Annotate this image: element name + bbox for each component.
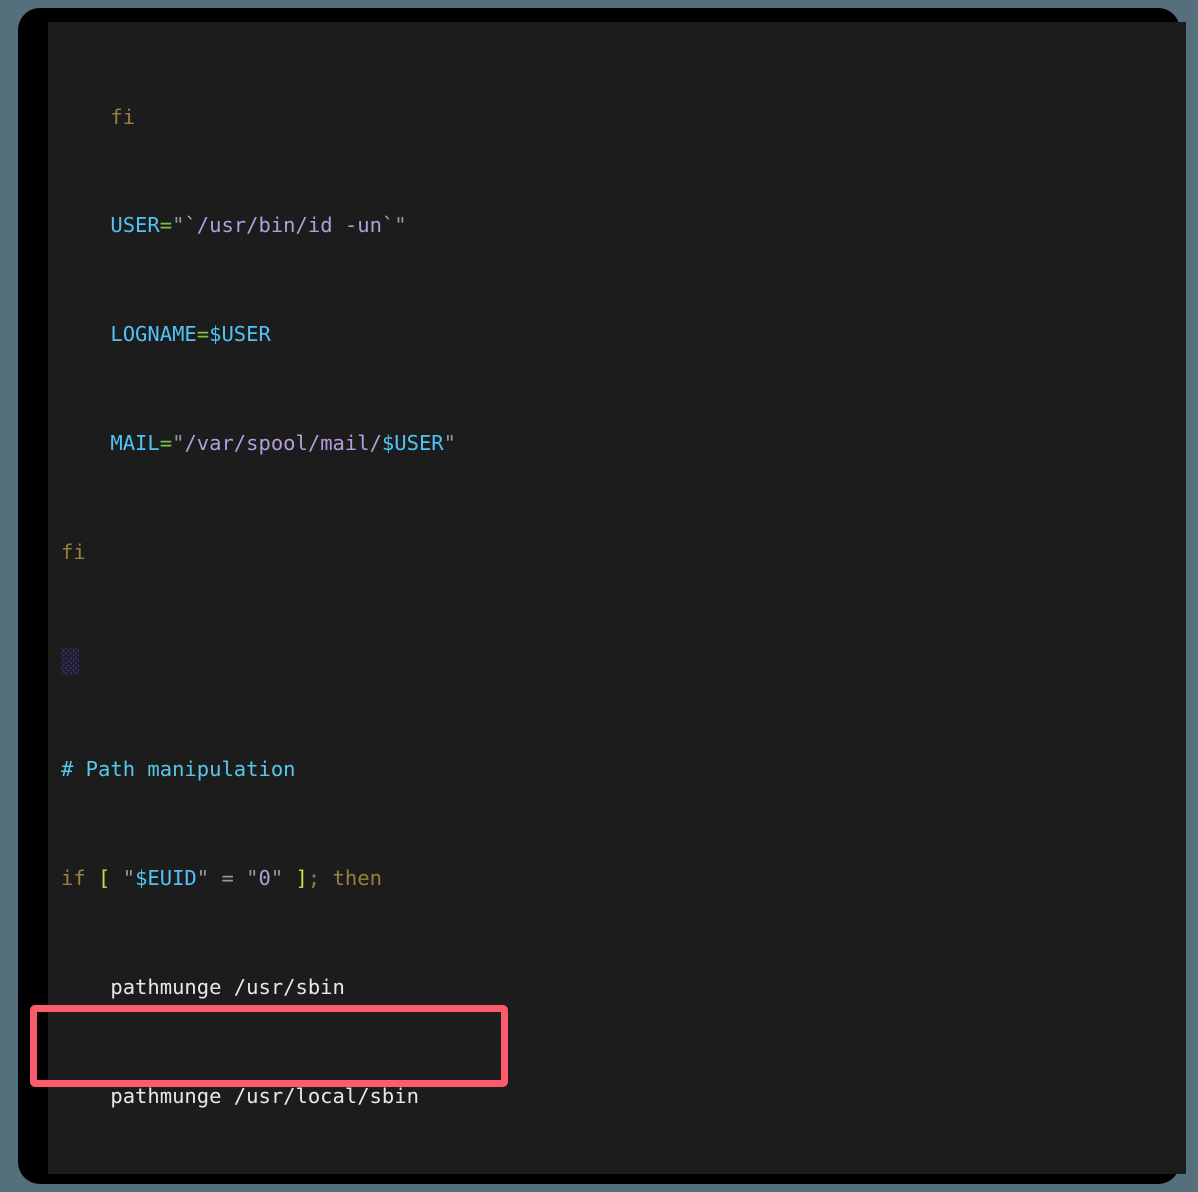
shell-script-code[interactable]: fi USER="`/usr/bin/id -un`" LOGNAME=$USE… bbox=[48, 22, 1186, 1174]
code-line: USER="`/usr/bin/id -un`" bbox=[61, 213, 407, 238]
code-line: fi bbox=[61, 104, 136, 129]
code-line: # Path manipulation bbox=[61, 757, 296, 782]
code-line: if [ "$EUID" = "0" ]; then bbox=[61, 866, 382, 891]
code-line: MAIL="/var/spool/mail/$USER" bbox=[61, 431, 456, 455]
terminal-window-frame: fi USER="`/usr/bin/id -un`" LOGNAME=$USE… bbox=[18, 8, 1186, 1184]
screen: fi USER="`/usr/bin/id -un`" LOGNAME=$USE… bbox=[0, 0, 1198, 1192]
selection-dither-block bbox=[61, 647, 79, 675]
terminal-content-area[interactable]: fi USER="`/usr/bin/id -un`" LOGNAME=$USE… bbox=[48, 22, 1186, 1174]
code-line: pathmunge /usr/sbin bbox=[61, 974, 345, 999]
code-line-cursor bbox=[48, 647, 1186, 675]
code-line: fi bbox=[61, 539, 86, 564]
code-line: LOGNAME=$USER bbox=[61, 322, 271, 347]
code-line: pathmunge /usr/local/sbin bbox=[61, 1083, 419, 1108]
